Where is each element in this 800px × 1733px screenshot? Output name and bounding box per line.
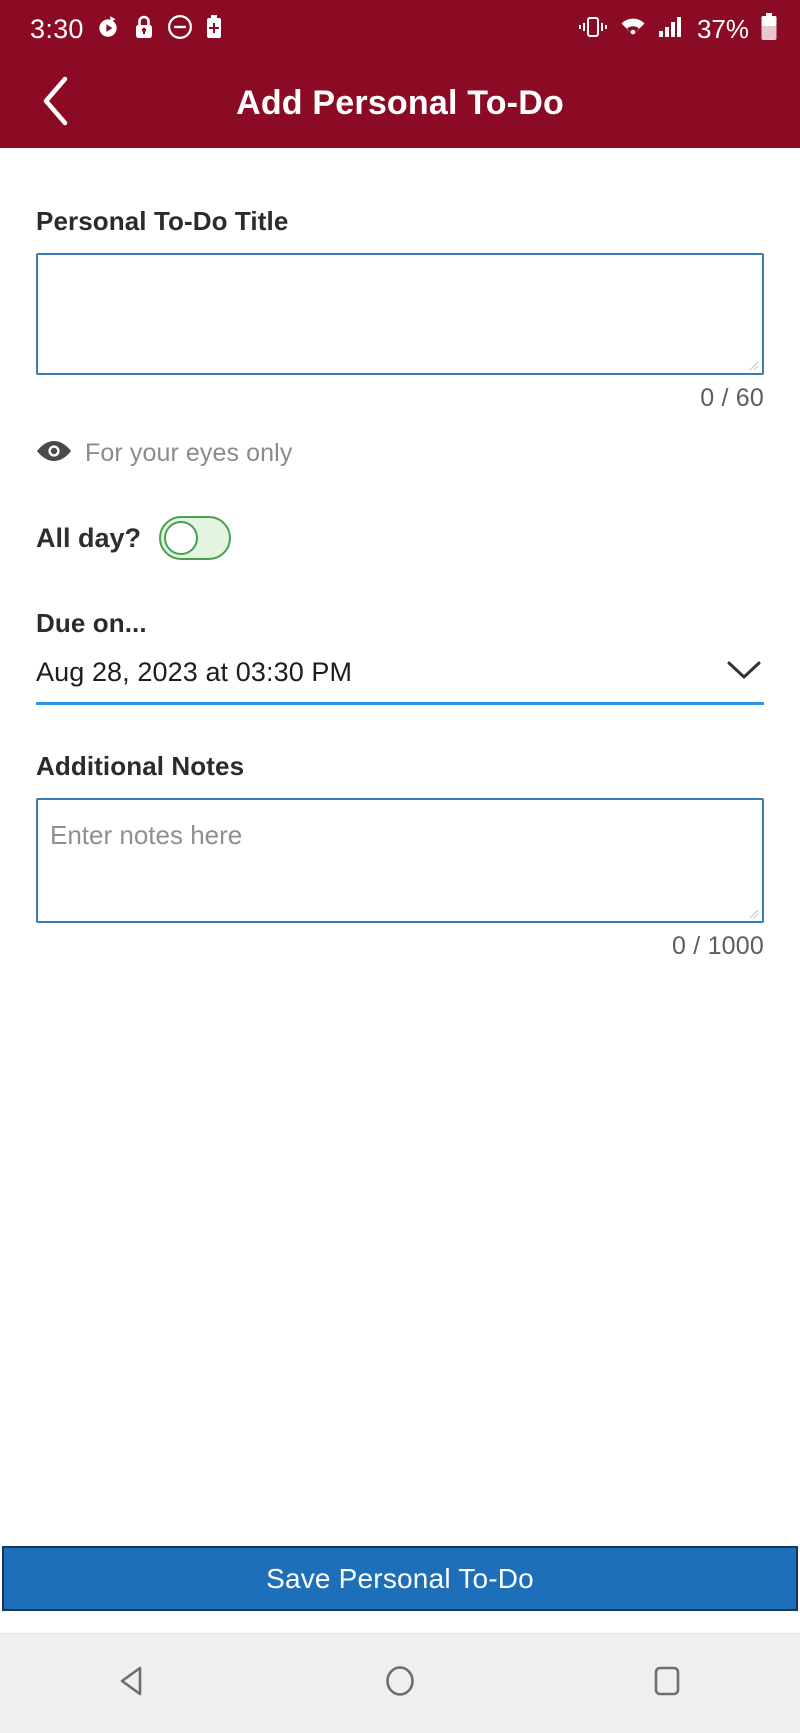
due-date-value: Aug 28, 2023 at 03:30 PM <box>36 657 353 687</box>
wifi-icon <box>619 15 647 44</box>
notes-field-label: Additional Notes <box>36 751 245 781</box>
home-circle-icon <box>380 1661 420 1706</box>
form-content: Personal To-Do Title 0 / 60 For your eye… <box>0 148 800 1546</box>
title-char-counter: 0 / 60 <box>700 384 764 412</box>
cellular-signal-icon <box>658 15 684 44</box>
nav-home-button[interactable] <box>345 1634 455 1733</box>
notes-input[interactable]: Enter notes here <box>36 798 764 923</box>
recents-square-icon <box>647 1661 687 1706</box>
do-not-disturb-icon <box>167 14 193 45</box>
app-bar: Add Personal To-Do <box>0 58 800 148</box>
notes-input-placeholder: Enter notes here <box>50 820 243 850</box>
all-day-toggle[interactable] <box>159 516 232 560</box>
status-bar-right: 37% <box>578 12 778 46</box>
status-bar-left: 3:30 <box>30 14 224 45</box>
nav-recents-button[interactable] <box>612 1634 722 1733</box>
phone-screen: 3:30 37% Add Personal To-Do Personal To-… <box>0 0 800 1733</box>
due-on-label: Due on... <box>36 608 147 638</box>
all-day-label: All day? <box>36 522 142 553</box>
nav-back-button[interactable] <box>78 1634 188 1733</box>
vibrate-icon <box>578 14 608 45</box>
save-personal-todo-button[interactable]: Save Personal To-Do <box>2 1546 798 1611</box>
title-field-label: Personal To-Do Title <box>36 206 289 236</box>
page-title: Add Personal To-Do <box>236 83 564 122</box>
eye-icon <box>36 439 72 468</box>
battery-icon <box>760 12 778 46</box>
battery-saver-icon <box>204 14 224 45</box>
notes-resize-grip-icon[interactable] <box>749 909 759 919</box>
privacy-note-label: For your eyes only <box>85 439 293 467</box>
back-triangle-icon <box>113 1661 153 1706</box>
resize-grip-icon[interactable] <box>749 361 759 371</box>
save-button-area: Save Personal To-Do <box>0 1546 800 1633</box>
privacy-note: For your eyes only <box>36 439 764 468</box>
chevron-down-icon[interactable] <box>724 657 764 688</box>
lock-icon <box>132 14 156 45</box>
status-bar: 3:30 37% <box>0 0 800 58</box>
notes-char-counter: 0 / 1000 <box>672 932 764 960</box>
status-clock: 3:30 <box>30 13 84 44</box>
due-date-picker[interactable]: Aug 28, 2023 at 03:30 PM <box>36 657 764 705</box>
android-nav-bar <box>0 1633 800 1733</box>
chevron-left-icon <box>39 74 73 133</box>
alarm-timer-icon <box>95 14 121 45</box>
all-day-row: All day? <box>36 516 764 560</box>
title-input[interactable] <box>36 253 764 375</box>
back-button[interactable] <box>16 58 96 148</box>
battery-percent-label: 37% <box>696 14 749 44</box>
all-day-toggle-knob <box>164 521 199 555</box>
